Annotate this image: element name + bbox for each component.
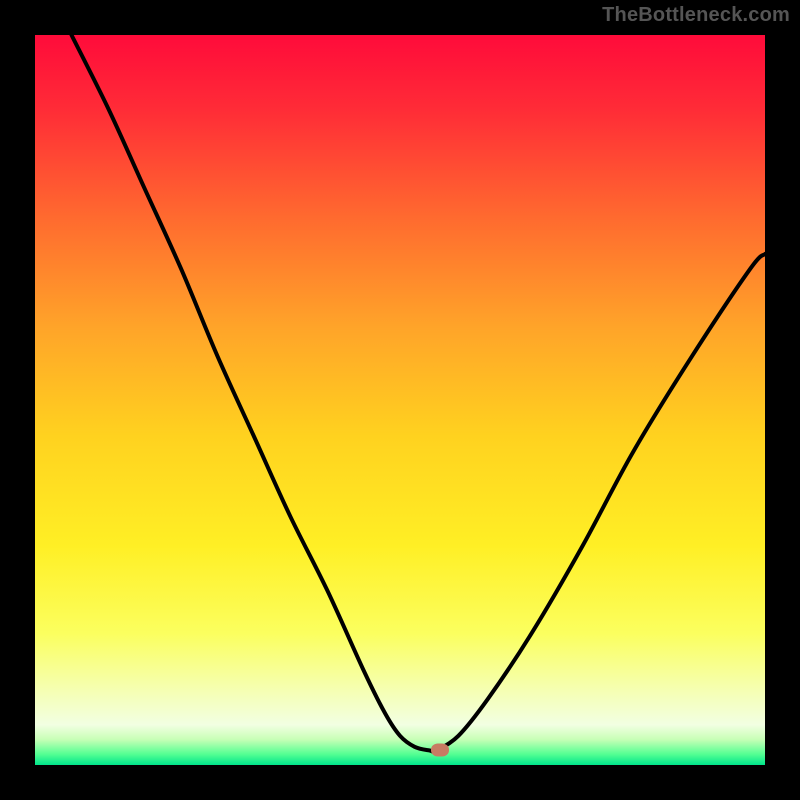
optimal-point-marker	[431, 744, 449, 757]
plot-area	[35, 35, 765, 765]
chart-container: TheBottleneck.com	[0, 0, 800, 800]
chart-svg	[35, 35, 765, 765]
watermark-text: TheBottleneck.com	[602, 4, 790, 27]
gradient-background	[35, 35, 765, 765]
